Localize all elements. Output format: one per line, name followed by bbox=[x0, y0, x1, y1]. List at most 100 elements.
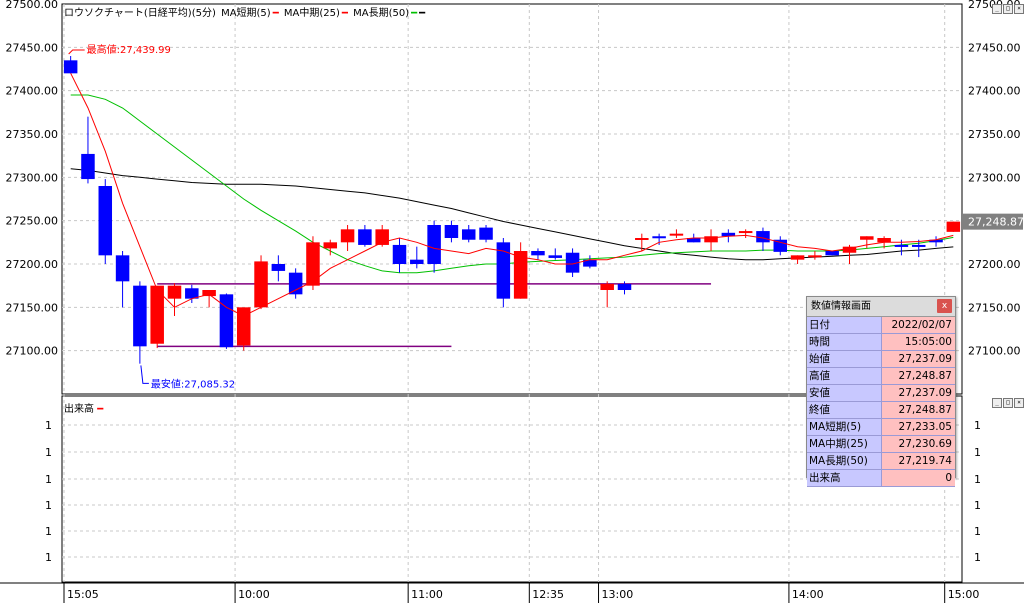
legend-main: ロウソクチャート(日経平均)(5分) bbox=[64, 8, 216, 19]
candle-down bbox=[444, 225, 459, 238]
candle-down bbox=[531, 251, 545, 256]
candle-down bbox=[756, 231, 770, 243]
volume-tick-label-left: 1 bbox=[45, 525, 52, 538]
info-row: MA中期(25) 27,230.69 bbox=[807, 436, 955, 453]
candle-up bbox=[340, 229, 355, 243]
y-tick-label-left: 27300.00 bbox=[6, 171, 59, 184]
info-row-value: 2022/02/07 bbox=[882, 317, 955, 333]
y-tick-label-left: 27150.00 bbox=[6, 301, 59, 314]
candle-down bbox=[271, 264, 286, 271]
maximize-icon[interactable]: □ bbox=[1003, 4, 1013, 14]
chart-legend: ロウソクチャート(日経平均)(5分) MA短期(5) ━ MA中期(25) ━ MA… bbox=[64, 4, 427, 19]
candle-up bbox=[738, 231, 753, 234]
info-panel-title: 数値情報画面 bbox=[811, 301, 871, 312]
info-panel: 数値情報画面 x 日付 2022/02/07 時間 15:05:00 始値 27,237.… bbox=[806, 296, 956, 487]
candle-down bbox=[81, 153, 95, 180]
current-price-label: 27,248.87 bbox=[968, 216, 1024, 229]
volume-tick-label-left: 1 bbox=[45, 419, 52, 432]
info-row-label: 終値 bbox=[807, 402, 882, 418]
x-tick-label: 10:00 bbox=[238, 588, 270, 601]
legend-ma-long-swatch: ━ bbox=[411, 8, 418, 19]
candle-up bbox=[323, 242, 338, 249]
volume-close-icon[interactable]: × bbox=[1014, 398, 1024, 408]
candle-down bbox=[115, 255, 130, 282]
y-tick-label-right: 27300.00 bbox=[968, 171, 1021, 184]
volume-tick-label-left: 1 bbox=[45, 551, 52, 564]
info-row-label: 始値 bbox=[807, 351, 882, 367]
candle-down bbox=[219, 294, 234, 348]
info-row-value: 27,237.09 bbox=[882, 385, 955, 401]
y-tick-label-left: 27450.00 bbox=[6, 41, 59, 54]
volume-legend-label: 出来高 bbox=[64, 404, 94, 415]
info-row: 始値 27,237.09 bbox=[807, 351, 955, 368]
candle-up bbox=[790, 255, 805, 260]
info-row-value: 27,237.09 bbox=[882, 351, 955, 367]
candle-down bbox=[392, 244, 407, 264]
info-row: 日付 2022/02/07 bbox=[807, 317, 955, 334]
volume-tick-label-right: 1 bbox=[974, 525, 981, 538]
candle-down bbox=[652, 236, 666, 239]
info-row-label: MA短期(5) bbox=[807, 419, 882, 435]
candle-up bbox=[306, 242, 320, 286]
volume-tick-label-right: 1 bbox=[974, 551, 981, 564]
volume-legend-swatch: ━ bbox=[97, 404, 104, 415]
legend-ma-short-swatch: ━ bbox=[272, 8, 279, 19]
info-row-value: 27,230.69 bbox=[882, 436, 955, 452]
volume-minimize-icon[interactable]: _ bbox=[992, 398, 1002, 408]
volume-tick-label-right: 1 bbox=[974, 473, 981, 486]
minimize-icon[interactable]: _ bbox=[992, 4, 1002, 14]
volume-tick-label-right: 1 bbox=[974, 446, 981, 459]
x-tick-label: 14:00 bbox=[792, 588, 824, 601]
close-icon[interactable]: × bbox=[1014, 4, 1024, 14]
info-row-value: 27,248.87 bbox=[882, 368, 955, 384]
info-row: 高値 27,248.87 bbox=[807, 368, 955, 385]
y-tick-label-left: 27200.00 bbox=[6, 258, 59, 271]
candle-down bbox=[133, 285, 147, 347]
candle-down bbox=[410, 259, 424, 264]
candle-up bbox=[877, 238, 891, 243]
y-tick-label-left: 27350.00 bbox=[6, 128, 59, 141]
info-row: 終値 27,248.87 bbox=[807, 402, 955, 419]
info-row-value: 27,233.05 bbox=[882, 419, 955, 435]
candle-up bbox=[600, 283, 614, 290]
candle-down bbox=[548, 255, 563, 258]
legend-extra-swatch: ━ bbox=[419, 8, 426, 19]
candle-up bbox=[808, 255, 822, 258]
candle-up bbox=[669, 233, 684, 236]
y-tick-label-left: 27100.00 bbox=[6, 345, 59, 358]
y-tick-label-right: 27150.00 bbox=[968, 301, 1021, 314]
volume-tick-label-right: 1 bbox=[974, 419, 981, 432]
info-panel-rows: 日付 2022/02/07 時間 15:05:00 始値 27,237.09 高値 27,24… bbox=[807, 317, 955, 487]
legend-ma-short: MA短期(5) bbox=[221, 8, 271, 19]
volume-tick-label-left: 1 bbox=[45, 499, 52, 512]
info-row-value: 27,248.87 bbox=[882, 402, 955, 418]
info-row: 時間 15:05:00 bbox=[807, 334, 955, 351]
info-row-label: 日付 bbox=[807, 317, 882, 333]
candle-down bbox=[288, 272, 303, 295]
y-tick-label-left: 27250.00 bbox=[6, 215, 59, 228]
volume-tick-label-right: 1 bbox=[974, 499, 981, 512]
info-panel-title-bar[interactable]: 数値情報画面 x bbox=[807, 297, 955, 317]
y-tick-label-right: 27400.00 bbox=[968, 85, 1021, 98]
volume-tick-label-left: 1 bbox=[45, 446, 52, 459]
candle-down bbox=[911, 244, 926, 247]
info-row: MA短期(5) 27,233.05 bbox=[807, 419, 955, 436]
info-panel-close-button[interactable]: x bbox=[937, 299, 952, 313]
y-tick-label-right: 27200.00 bbox=[968, 258, 1021, 271]
legend-ma-mid-swatch: ━ bbox=[341, 8, 348, 19]
candle-up bbox=[946, 221, 961, 232]
info-row-label: 時間 bbox=[807, 334, 882, 350]
candle-down bbox=[825, 251, 839, 256]
y-tick-label-left: 27500.00 bbox=[6, 0, 59, 11]
y-tick-label-left: 27400.00 bbox=[6, 85, 59, 98]
info-row-value: 27,219.74 bbox=[882, 453, 955, 469]
candle-down bbox=[98, 186, 113, 256]
volume-tick-label-left: 1 bbox=[45, 473, 52, 486]
candle-down bbox=[479, 227, 493, 240]
volume-maximize-icon[interactable]: □ bbox=[1003, 398, 1013, 408]
x-tick-label: 13:00 bbox=[602, 588, 634, 601]
info-row-label: 高値 bbox=[807, 368, 882, 384]
legend-ma-long: MA長期(50) bbox=[353, 8, 410, 19]
x-tick-label: 12:35 bbox=[532, 588, 564, 601]
x-tick-label: 15:00 bbox=[948, 588, 980, 601]
